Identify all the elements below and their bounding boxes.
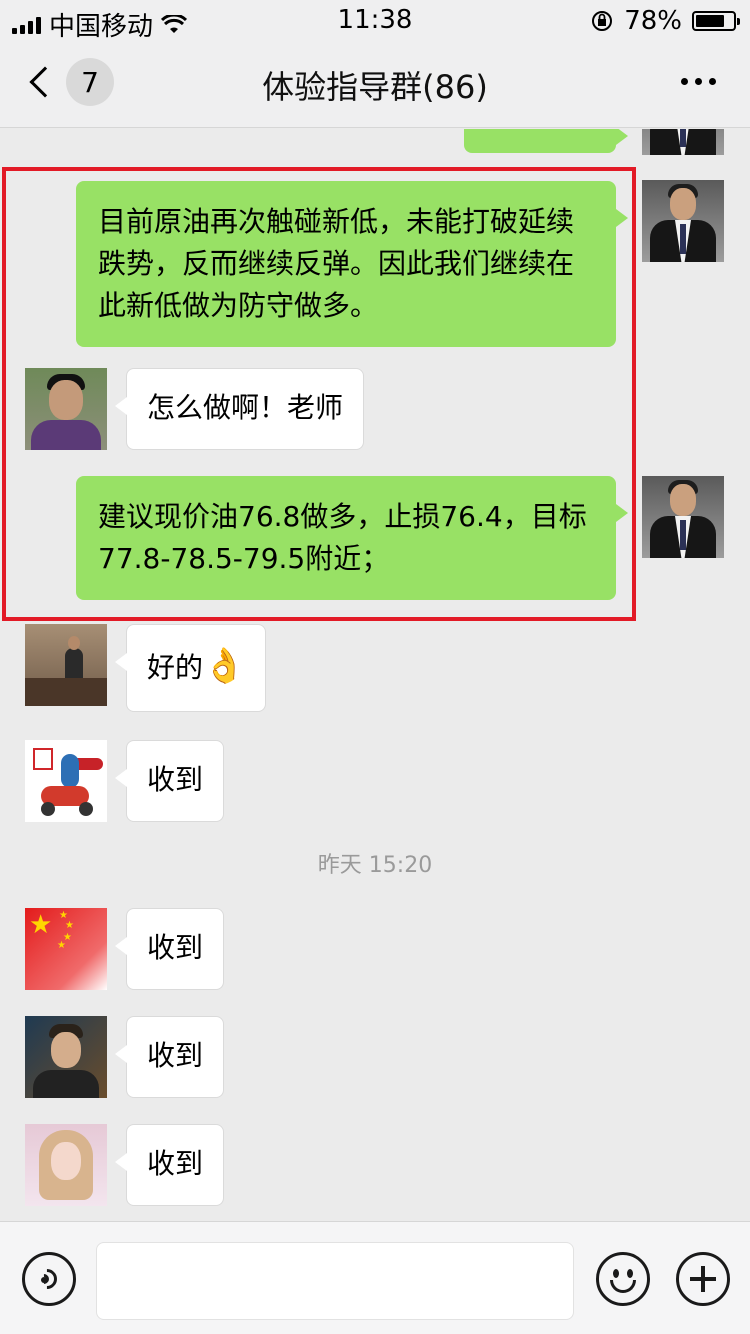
message-bubble[interactable]: 收到 [114,1016,225,1098]
avatar-young-man[interactable] [25,368,107,450]
battery-icon [692,11,740,31]
previous-message-bubble[interactable] [464,129,628,153]
chat-title: 体验指导群(86) [262,68,488,106]
message-text: 好的 [147,651,204,684]
message-bubble[interactable]: 收到 [114,740,225,822]
time-divider: 昨天 15:20 [317,853,433,878]
message-text: 建议现价油76.8做多，止损76.4，目标77.8-78.5-79.5附近； [98,500,587,575]
voice-button[interactable] [22,1252,76,1306]
message-bubble[interactable]: 目前原油再次触碰新低，未能打破延续跌势，反而继续反弹。因此我们继续在此新低做为防… [76,181,628,347]
ok-hand-emoji-icon: 👌 [203,646,246,686]
more-button[interactable] [681,78,716,85]
status-bar: 中国移动 11:38 78% [0,0,750,42]
message-text: 怎么做啊！老师 [147,391,344,424]
message-text: 收到 [147,1039,204,1072]
message-bubble[interactable]: 好的👌 [114,624,267,712]
message-bubble[interactable]: 怎么做啊！老师 [114,368,365,450]
avatar-sender-teacher[interactable] [642,129,724,155]
nav-bar: 7 体验指导群(86) [0,40,750,128]
rotation-lock-icon [592,11,613,31]
avatar-scooter-hero[interactable] [25,740,107,822]
message-bubble[interactable]: 收到 [114,1124,225,1206]
avatar-office-man[interactable] [25,624,107,706]
message-input[interactable] [96,1242,574,1320]
message-text: 目前原油再次触碰新低，未能打破延续跌势，反而继续反弹。因此我们继续在此新低做为防… [98,205,575,322]
message-text: 收到 [147,931,204,964]
plus-button[interactable] [676,1252,730,1306]
message-text: 收到 [147,763,204,796]
message-bubble[interactable]: 建议现价油76.8做多，止损76.4，目标77.8-78.5-79.5附近； [76,476,628,600]
message-bubble[interactable]: 收到 [114,908,225,990]
battery-percent: 78% [624,6,682,36]
avatar-sender-teacher[interactable] [642,180,724,262]
emoji-button[interactable] [596,1252,650,1306]
avatar-girl[interactable] [25,1124,107,1206]
avatar-sender-teacher[interactable] [642,476,724,558]
more-dots-icon [681,78,688,85]
avatar-flag[interactable]: ★ ★ ★ ★ ★ [25,908,107,990]
chat-message-list[interactable]: 目前原油再次触碰新低，未能打破延续跌势，反而继续反弹。因此我们继续在此新低做为防… [0,129,750,1221]
avatar-guy-selfie[interactable] [25,1016,107,1098]
message-text: 收到 [147,1147,204,1180]
input-bar [0,1221,750,1334]
